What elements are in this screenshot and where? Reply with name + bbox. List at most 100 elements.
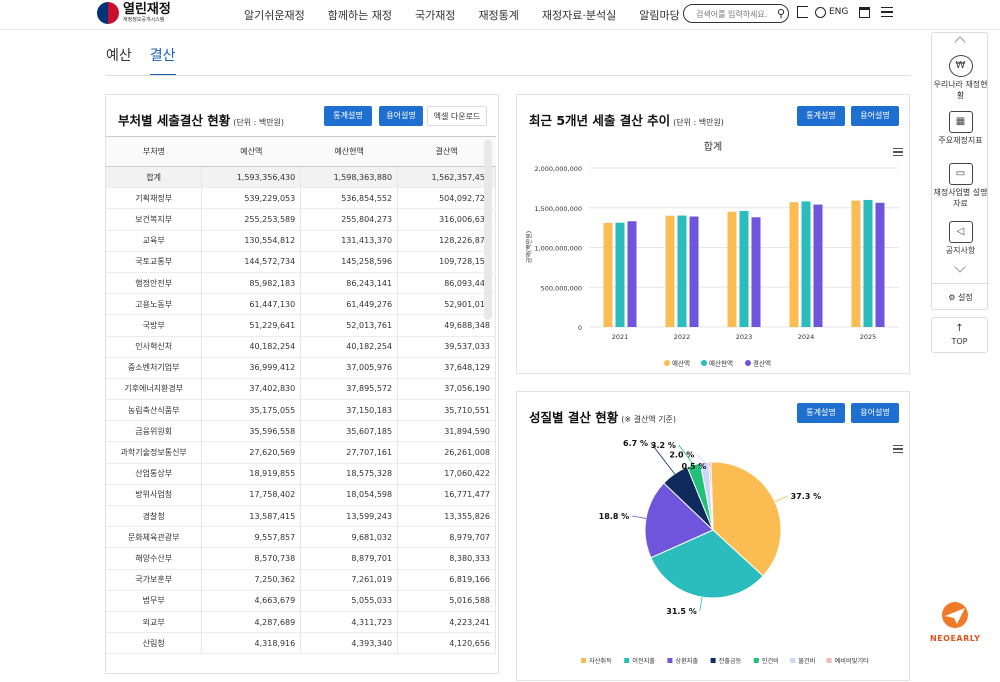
table-row: 산림청4,318,9164,393,3404,120,656 xyxy=(106,633,496,654)
nav-item[interactable]: 국가재정 xyxy=(415,7,455,23)
amount-cell: 6,819,166 xyxy=(398,569,496,590)
nav-item[interactable]: 재정통계 xyxy=(478,7,518,23)
scroll-top-button[interactable]: ↑ TOP xyxy=(931,317,988,353)
bar-예산액 xyxy=(790,202,799,327)
login-icon[interactable] xyxy=(797,6,808,18)
amount-cell: 8,570,738 xyxy=(202,548,301,569)
amount-cell: 8,380,333 xyxy=(398,548,496,569)
tab-settlement[interactable]: 결산 xyxy=(150,45,176,76)
total-row: 합계1,593,356,4301,598,363,8801,562,357,45… xyxy=(106,167,496,188)
x-tick-label: 2023 xyxy=(736,333,753,341)
calendar-icon[interactable] xyxy=(859,7,870,18)
unit-label: (※ 결산액 기준) xyxy=(621,415,676,424)
stats-description-button[interactable]: 통계설명 xyxy=(797,106,845,126)
excel-download-button[interactable]: 엑셀 다운로드 xyxy=(427,106,487,126)
tab-budget[interactable]: 예산 xyxy=(106,45,132,76)
department-cell: 중소벤처기업부 xyxy=(106,357,202,378)
amount-cell: 1,562,357,459 xyxy=(398,167,496,188)
department-cell: 기획재정부 xyxy=(106,188,202,209)
bar-예산액 xyxy=(604,223,613,327)
quick-project-materials[interactable]: ▭ 재정사업별 설명자료 xyxy=(932,163,989,209)
amount-cell: 8,979,707 xyxy=(398,527,496,548)
stats-description-button[interactable]: 통계설명 xyxy=(324,106,372,126)
amount-cell: 37,005,976 xyxy=(301,357,398,378)
table-row: 해양수산부8,570,7388,879,7018,380,333 xyxy=(106,548,496,569)
y-tick-label: 500,000,000 xyxy=(541,284,582,292)
table-row: 국가보훈부7,250,3627,261,0196,819,166 xyxy=(106,569,496,590)
amount-cell: 5,016,588 xyxy=(398,590,496,611)
amount-cell: 35,710,551 xyxy=(398,400,496,421)
settings-button[interactable]: ⚙ 설정 xyxy=(932,283,989,303)
table-row: 금융위원회35,596,55835,607,18531,894,590 xyxy=(106,421,496,442)
terms-description-button[interactable]: 용어설명 xyxy=(379,106,423,126)
department-cell: 국방부 xyxy=(106,315,202,336)
nav-item[interactable]: 알림마당 xyxy=(639,7,679,23)
unit-label: (단위 : 백만원) xyxy=(673,118,724,127)
header-utilities: ENG xyxy=(797,6,900,18)
amount-cell: 316,006,632 xyxy=(398,209,496,230)
x-tick-label: 2025 xyxy=(860,333,877,341)
terms-description-button[interactable]: 용어설명 xyxy=(851,403,899,423)
department-cell: 과학기술정보통신부 xyxy=(106,442,202,463)
chart-title: 합계 xyxy=(704,141,722,153)
y-tick-label: 1,500,000,000 xyxy=(534,205,582,213)
budget-tabs: 예산 결산 xyxy=(106,45,194,76)
chevron-down-icon[interactable] xyxy=(954,261,965,272)
nav-item[interactable]: 함께하는 재정 xyxy=(328,7,392,23)
menu-icon[interactable] xyxy=(881,7,893,17)
panel-title: 성질별 결산 현황(※ 결산액 기준) xyxy=(529,407,676,426)
amount-cell: 7,261,019 xyxy=(301,569,398,590)
amount-cell: 504,092,727 xyxy=(398,188,496,209)
legend-label: 상환지출 xyxy=(675,657,698,665)
bar-예산액 xyxy=(852,201,861,327)
search-icon[interactable]: ⚲ xyxy=(777,7,785,20)
x-tick-label: 2022 xyxy=(674,333,691,341)
globe-icon[interactable] xyxy=(815,7,826,18)
amount-cell: 8,879,701 xyxy=(301,548,398,569)
amount-cell: 18,054,598 xyxy=(301,484,398,505)
quick-fiscal-indicators[interactable]: ▦ 주요재정지표 xyxy=(932,111,989,146)
amount-cell: 52,013,761 xyxy=(301,315,398,336)
pie-data-label: 37.3 % xyxy=(791,492,822,501)
amount-cell: 9,681,032 xyxy=(301,527,398,548)
amount-cell: 37,895,572 xyxy=(301,378,398,399)
stats-description-button[interactable]: 통계설명 xyxy=(797,403,845,423)
table-scrollbar[interactable] xyxy=(484,140,492,320)
taegeuk-logo-icon xyxy=(97,2,119,24)
amount-cell: 61,449,276 xyxy=(301,294,398,315)
amount-cell: 536,854,552 xyxy=(301,188,398,209)
nav-item[interactable]: 재정자료·분석실 xyxy=(542,7,616,23)
nav-item[interactable]: 알기쉬운재정 xyxy=(244,7,305,23)
amount-cell: 17,758,402 xyxy=(202,484,301,505)
site-logo[interactable]: 열린재정 재정정보공개시스템 xyxy=(97,2,171,24)
amount-cell: 13,599,243 xyxy=(301,506,398,527)
search-input[interactable]: 검색어를 입력하세요. ⚲ xyxy=(683,4,789,23)
trend-bar-chart: 합계금액(백만원)0500,000,0001,000,000,0001,500,… xyxy=(517,135,909,375)
amount-cell: 49,688,348 xyxy=(398,315,496,336)
paper-plane-logo-icon xyxy=(935,600,975,630)
legend-label: 예비비및기타 xyxy=(835,657,869,665)
amount-cell: 39,537,033 xyxy=(398,336,496,357)
table-row: 과학기술정보통신부27,620,56927,707,16126,261,008 xyxy=(106,442,496,463)
amount-cell: 4,311,723 xyxy=(301,611,398,632)
amount-cell: 26,261,008 xyxy=(398,442,496,463)
department-cell: 산업통상부 xyxy=(106,463,202,484)
department-cell: 농림축산식품부 xyxy=(106,400,202,421)
quick-notices[interactable]: ◁ 공지사항 xyxy=(932,221,989,256)
bar-결산액 xyxy=(876,203,885,327)
amount-cell: 37,056,190 xyxy=(398,378,496,399)
language-toggle[interactable]: ENG xyxy=(829,7,848,17)
department-table: 부처명예산액예산현액결산액 합계1,593,356,4301,598,363,8… xyxy=(106,136,496,654)
terms-description-button[interactable]: 용어설명 xyxy=(851,106,899,126)
table-row: 기획재정부539,229,053536,854,552504,092,727 xyxy=(106,188,496,209)
chevron-up-icon[interactable] xyxy=(954,36,965,47)
department-cell: 문화체육관광부 xyxy=(106,527,202,548)
unit-label: (단위 : 백만원) xyxy=(233,118,284,127)
legend-label: 결산액 xyxy=(753,359,771,368)
amount-cell: 144,572,734 xyxy=(202,251,301,272)
legend-label: 전출금등 xyxy=(719,657,742,665)
amount-cell: 4,318,916 xyxy=(202,633,301,654)
bar-예산현액 xyxy=(678,216,687,327)
quick-fiscal-status[interactable]: ₩ 우리나라 재정현황 xyxy=(932,55,989,101)
department-cell: 고용노동부 xyxy=(106,294,202,315)
